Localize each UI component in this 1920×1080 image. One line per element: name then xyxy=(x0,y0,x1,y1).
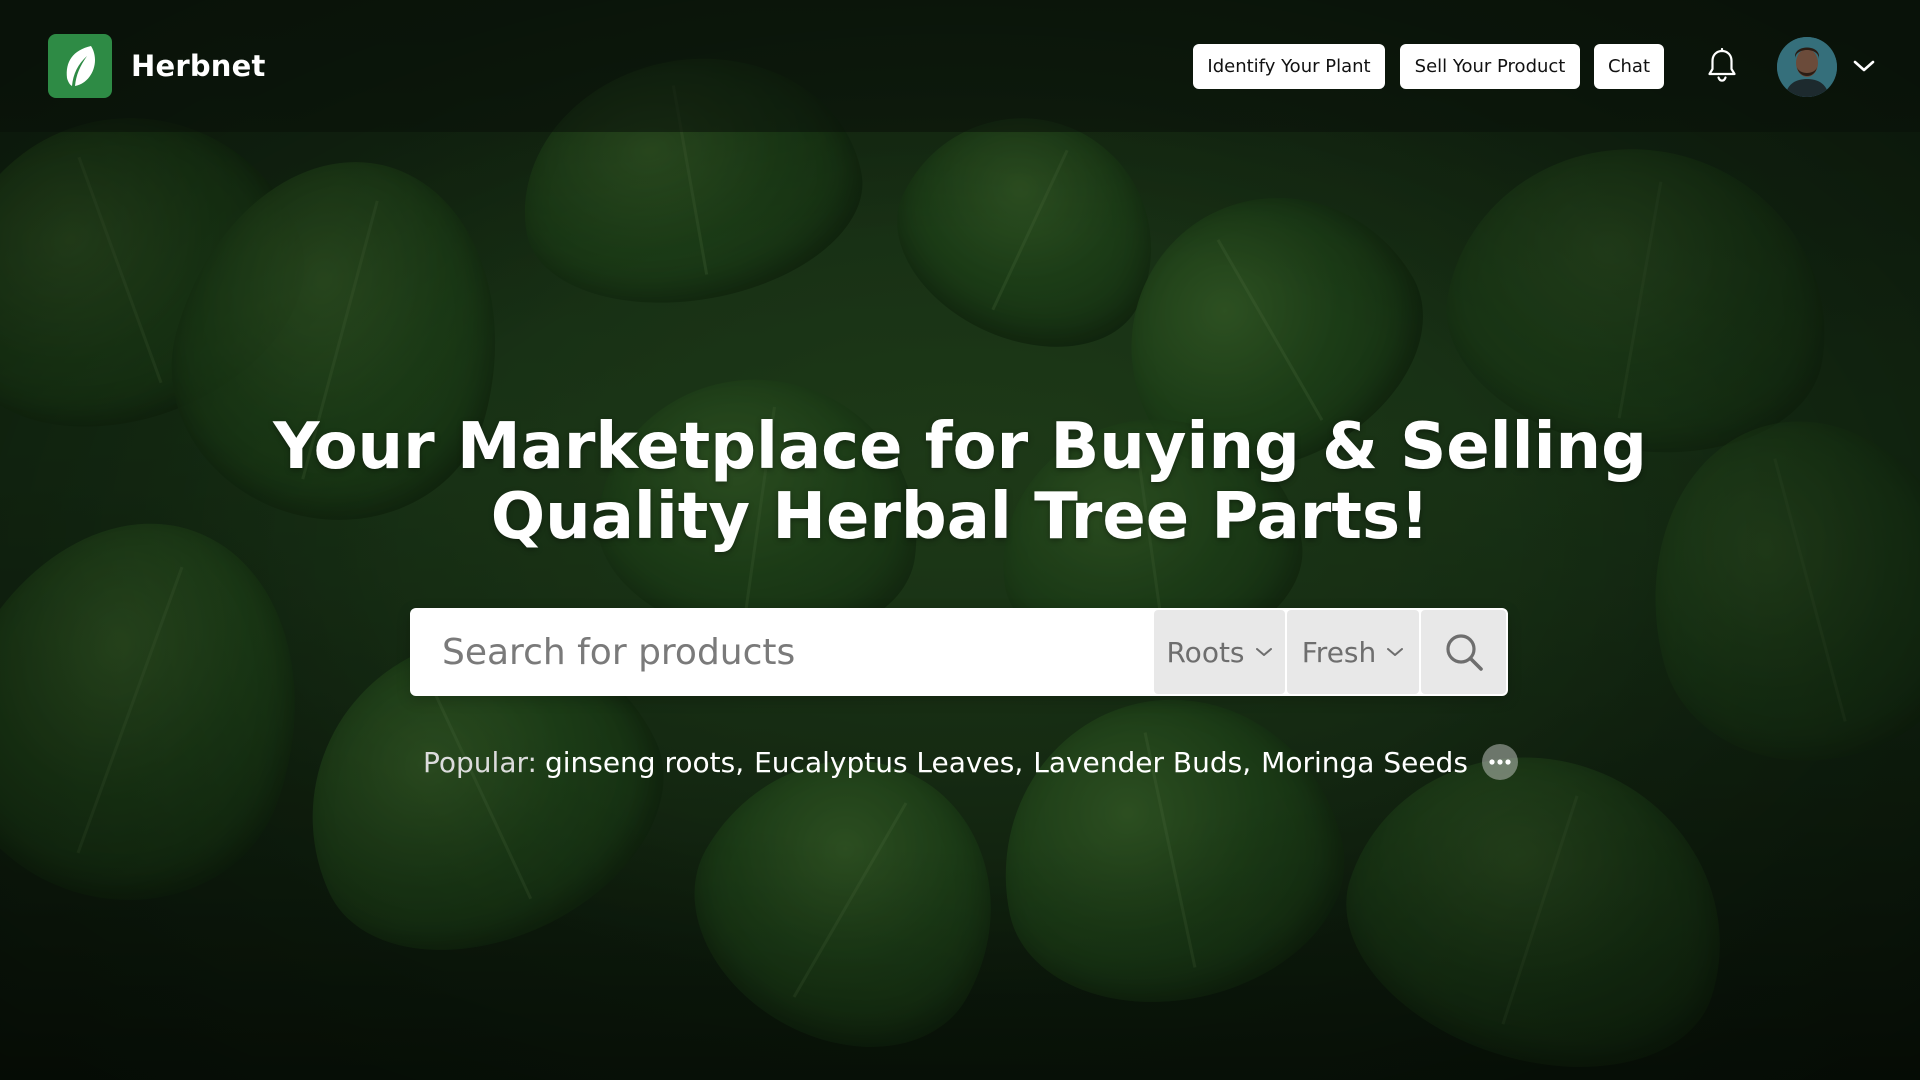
brand[interactable]: Herbnet xyxy=(48,34,266,98)
popular-item[interactable]: Moringa Seeds xyxy=(1261,746,1468,779)
search-button[interactable] xyxy=(1421,610,1506,694)
chevron-down-icon xyxy=(1255,648,1272,656)
chat-button[interactable]: Chat xyxy=(1594,44,1664,89)
identify-plant-button[interactable]: Identify Your Plant xyxy=(1193,44,1385,89)
leaf-logo-icon[interactable] xyxy=(48,34,112,98)
search-input[interactable] xyxy=(410,608,1154,696)
condition-filter-value: Fresh xyxy=(1301,635,1377,669)
part-filter-select[interactable]: Roots xyxy=(1154,610,1285,694)
chevron-down-icon[interactable] xyxy=(1852,56,1876,76)
popular-separator: , xyxy=(1242,745,1252,779)
top-nav-bar: Herbnet Identify Your Plant Sell Your Pr… xyxy=(0,0,1920,132)
chevron-down-icon xyxy=(1387,648,1404,656)
popular-separator: , xyxy=(735,745,745,779)
headline-line-2: Quality Herbal Tree Parts! xyxy=(490,480,1430,554)
popular-searches: Popular: ginseng roots, Eucalyptus Leave… xyxy=(423,744,1518,780)
brand-name: Herbnet xyxy=(131,49,266,83)
popular-separator: , xyxy=(1014,745,1024,779)
bell-icon[interactable] xyxy=(1706,47,1738,84)
headline-line-1: Your Marketplace for Buying & Selling xyxy=(273,410,1647,484)
sell-product-button[interactable]: Sell Your Product xyxy=(1400,44,1580,89)
search-icon xyxy=(1445,634,1483,671)
popular-label: Popular: xyxy=(423,745,537,779)
search-bar: Roots Fresh xyxy=(410,608,1508,696)
avatar[interactable] xyxy=(1777,37,1837,97)
popular-item[interactable]: Lavender Buds xyxy=(1033,746,1242,779)
popular-item[interactable]: Eucalyptus Leaves xyxy=(754,746,1014,779)
more-horizontal-icon[interactable] xyxy=(1481,744,1518,780)
part-filter-value: Roots xyxy=(1166,635,1245,669)
popular-item[interactable]: ginseng roots xyxy=(545,746,735,779)
condition-filter-select[interactable]: Fresh xyxy=(1287,610,1419,694)
hero-headline: Your Marketplace for Buying & Selling Qu… xyxy=(260,412,1660,552)
